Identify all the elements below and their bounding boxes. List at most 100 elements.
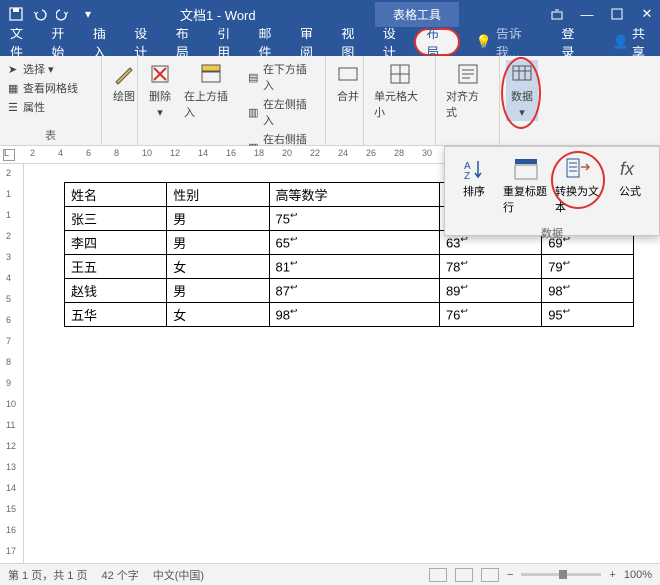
draw-button[interactable]: 绘图	[108, 60, 140, 106]
view-gridlines-button[interactable]: ▦查看网格线	[6, 79, 80, 97]
ruler-tick: 5	[6, 294, 11, 304]
tab-file[interactable]: 文件	[0, 28, 41, 56]
table-cell[interactable]: 95↩	[542, 303, 634, 327]
table-cell[interactable]: 76↩	[439, 303, 541, 327]
data-dropdown-button[interactable]: 数据▾	[506, 60, 538, 121]
language-indicator[interactable]: 中文(中国)	[153, 567, 204, 583]
table-cell[interactable]: 78↩	[439, 255, 541, 279]
table-header-cell[interactable]: 性别	[167, 183, 269, 207]
properties-button[interactable]: ☰属性	[6, 98, 80, 116]
zoom-slider[interactable]	[521, 573, 601, 576]
convert-to-text-button[interactable]: 转换为文本	[553, 153, 603, 217]
table-header-cell[interactable]: 高等数学	[269, 183, 439, 207]
table-cell[interactable]: 75↩	[269, 207, 439, 231]
grid-icon: ▦	[8, 82, 20, 94]
table-cell[interactable]: 男	[167, 207, 269, 231]
tab-references[interactable]: 引用	[207, 28, 248, 56]
pencil-icon	[112, 62, 136, 86]
properties-icon: ☰	[8, 101, 20, 113]
table-cell[interactable]: 女	[167, 303, 269, 327]
tell-me-search[interactable]: 💡告诉我...	[466, 28, 544, 56]
title-bar: ▾ 文档1 - Word 表格工具 — ✕	[0, 0, 660, 28]
table-cell[interactable]: 男	[167, 231, 269, 255]
group-alignment: 对齐方式	[436, 56, 500, 145]
table-cell[interactable]: 89↩	[439, 279, 541, 303]
page-indicator[interactable]: 第 1 页，共 1 页	[8, 567, 87, 583]
table-cell[interactable]: 79↩	[542, 255, 634, 279]
insert-left-button[interactable]: ▥在左侧插入	[246, 95, 319, 129]
table-cell[interactable]: 五华	[65, 303, 167, 327]
ruler-tick: 10	[142, 148, 152, 158]
tab-design[interactable]: 设计	[124, 28, 165, 56]
formula-label: 公式	[619, 183, 641, 199]
minimize-icon[interactable]: —	[578, 5, 596, 23]
table-cell[interactable]: 87↩	[269, 279, 439, 303]
ruler-tick: 10	[6, 399, 16, 409]
zoom-thumb[interactable]	[559, 570, 567, 579]
pointer-icon: ➤	[8, 63, 20, 75]
print-layout-button[interactable]	[455, 568, 473, 582]
table-cell[interactable]: 81↩	[269, 255, 439, 279]
tab-home[interactable]: 开始	[41, 28, 82, 56]
tab-review[interactable]: 审阅	[290, 28, 331, 56]
table-cell[interactable]: 98↩	[269, 303, 439, 327]
document-title: 文档1 - Word	[180, 5, 256, 24]
alignment-icon	[456, 62, 480, 86]
table-cell[interactable]: 李四	[65, 231, 167, 255]
merge-button[interactable]: 合并	[332, 60, 364, 106]
sort-button[interactable]: AZ 排序	[449, 153, 499, 201]
word-count[interactable]: 42 个字	[101, 567, 138, 583]
share-icon: 👤	[613, 34, 629, 50]
insert-left-label: 在左侧插入	[263, 96, 317, 128]
group-rows-cols: 删除▾ 在上方插入 ▤在下方插入 ▥在左侧插入 ▥在右侧插入 行和列	[138, 56, 326, 145]
formula-button[interactable]: fx 公式	[605, 153, 655, 201]
maximize-icon[interactable]	[608, 5, 626, 23]
tab-table-design[interactable]: 设计	[373, 28, 414, 56]
ruler-tick: 22	[310, 148, 320, 158]
login-button[interactable]: 登录	[551, 28, 592, 56]
ruler-tick: 4	[58, 148, 63, 158]
table-cell[interactable]: 王五	[65, 255, 167, 279]
close-icon[interactable]: ✕	[638, 5, 656, 23]
table-cell[interactable]: 65↩	[269, 231, 439, 255]
ruler-tick: 11	[6, 420, 15, 430]
repeat-header-icon	[512, 155, 540, 183]
vertical-ruler[interactable]: 211234567891011121314151617	[0, 164, 24, 566]
insert-above-button[interactable]: 在上方插入	[180, 60, 242, 122]
tab-mailings[interactable]: 邮件	[249, 28, 290, 56]
alignment-button[interactable]: 对齐方式	[442, 60, 493, 122]
table-cell[interactable]: 女	[167, 255, 269, 279]
ribbon-options-icon[interactable]	[548, 5, 566, 23]
table-cell[interactable]: 98↩	[542, 279, 634, 303]
zoom-out-button[interactable]: −	[507, 569, 513, 581]
insert-below-icon: ▤	[248, 71, 260, 83]
table-header-cell[interactable]: 姓名	[65, 183, 167, 207]
select-button[interactable]: ➤选择 ▾	[6, 60, 80, 78]
table-row[interactable]: 五华女98↩76↩95↩	[65, 303, 634, 327]
web-layout-button[interactable]	[481, 568, 499, 582]
insert-above-label: 在上方插入	[184, 88, 238, 120]
save-icon[interactable]	[8, 6, 24, 22]
table-row[interactable]: 王五女81↩78↩79↩	[65, 255, 634, 279]
tab-layout[interactable]: 布局	[166, 28, 207, 56]
zoom-in-button[interactable]: +	[609, 569, 615, 581]
redo-icon[interactable]	[56, 6, 72, 22]
table-cell[interactable]: 赵钱	[65, 279, 167, 303]
tab-table-layout[interactable]: 布局	[414, 28, 459, 56]
zoom-level[interactable]: 100%	[624, 569, 652, 581]
qat-customize-icon[interactable]: ▾	[80, 6, 96, 22]
insert-below-button[interactable]: ▤在下方插入	[246, 60, 319, 94]
delete-button[interactable]: 删除▾	[144, 60, 176, 121]
table-cell[interactable]: 张三	[65, 207, 167, 231]
cell-size-button[interactable]: 单元格大小	[370, 60, 429, 122]
undo-icon[interactable]	[32, 6, 48, 22]
ruler-tick: 2	[30, 148, 35, 158]
ruler-tick: 2	[6, 168, 11, 178]
repeat-header-button[interactable]: 重复标题行	[501, 153, 551, 217]
tab-insert[interactable]: 插入	[83, 28, 124, 56]
read-mode-button[interactable]	[429, 568, 447, 582]
table-cell[interactable]: 男	[167, 279, 269, 303]
table-row[interactable]: 赵钱男87↩89↩98↩	[65, 279, 634, 303]
tab-view[interactable]: 视图	[331, 28, 372, 56]
share-button[interactable]: 👤共享	[603, 28, 660, 56]
